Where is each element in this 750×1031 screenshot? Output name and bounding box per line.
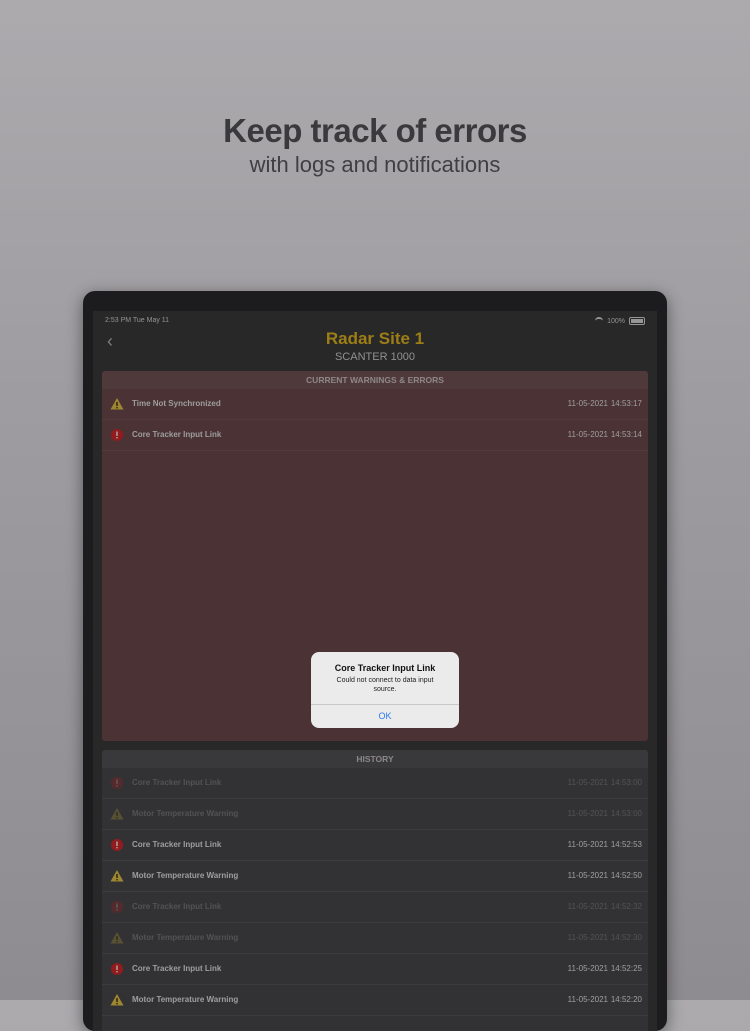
promo-title: Keep track of errors [223, 112, 527, 149]
app-screen: 2:53 PM Tue May 11 100% ‹ Radar Site 1 S… [93, 311, 657, 1031]
alert-message: Could not connect to data input source. [336, 677, 434, 694]
alert-ok-button[interactable]: OK [311, 704, 459, 728]
alert-title: Core Tracker Input Link [334, 663, 436, 673]
tablet-frame: 2:53 PM Tue May 11 100% ‹ Radar Site 1 S… [83, 291, 667, 1031]
alert-dialog: Core Tracker Input Link Could not connec… [311, 652, 459, 728]
promo-headline: Keep track of errors with logs and notif… [0, 112, 750, 178]
promo-subtitle: with logs and notifications [249, 152, 501, 177]
